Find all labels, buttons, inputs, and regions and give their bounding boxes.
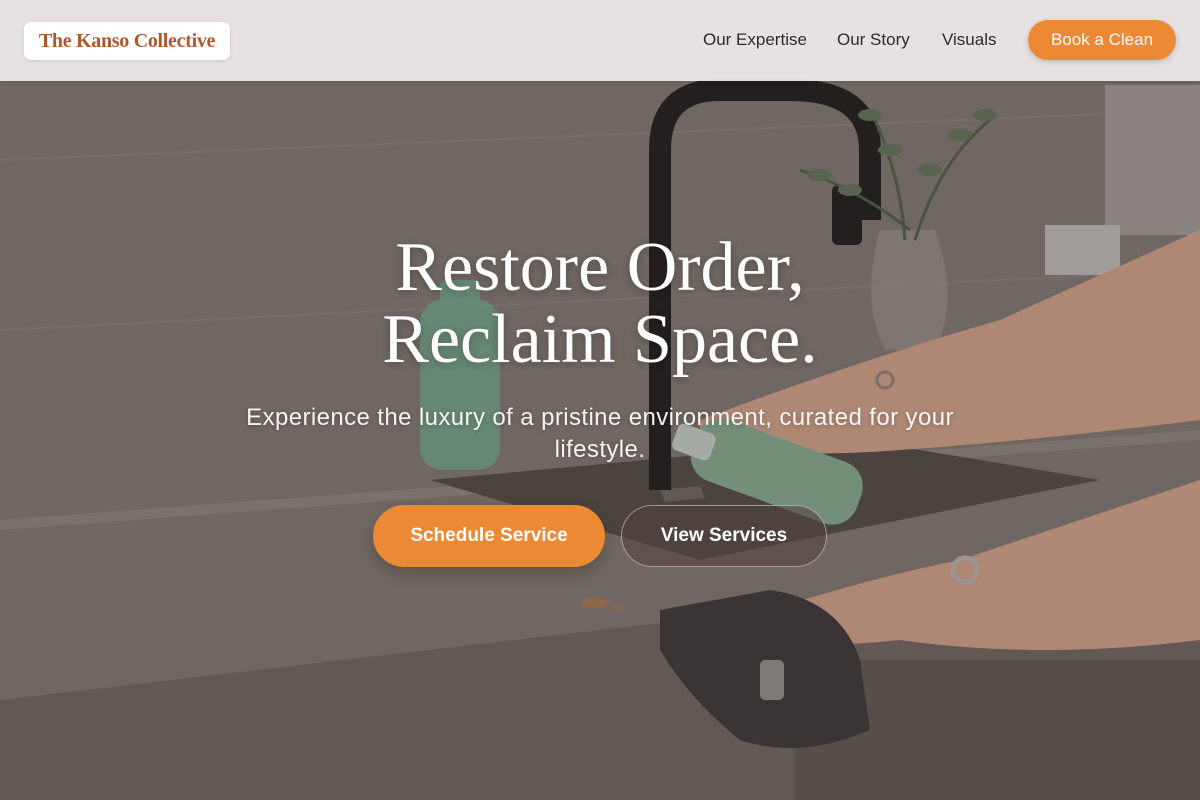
schedule-service-button[interactable]: Schedule Service xyxy=(373,505,605,567)
hero-headline-line1: Restore Order, xyxy=(395,229,805,306)
nav-link-visuals[interactable]: Visuals xyxy=(942,30,997,50)
site-header: The Kanso Collective Our Expertise Our S… xyxy=(0,0,1200,81)
nav-link-our-story[interactable]: Our Story xyxy=(837,30,910,50)
book-a-clean-button[interactable]: Book a Clean xyxy=(1028,20,1176,60)
hero-section: Restore Order, Reclaim Space. Experience… xyxy=(0,0,1200,800)
hero-headline: Restore Order, Reclaim Space. xyxy=(200,232,1000,376)
brand-logo[interactable]: The Kanso Collective xyxy=(24,22,230,60)
hero-headline-line2: Reclaim Space. xyxy=(382,301,818,378)
hero-content: Restore Order, Reclaim Space. Experience… xyxy=(200,232,1000,466)
nav-link-our-expertise[interactable]: Our Expertise xyxy=(703,30,807,50)
hero-subtitle: Experience the luxury of a pristine envi… xyxy=(246,404,954,463)
view-services-button[interactable]: View Services xyxy=(621,505,827,567)
